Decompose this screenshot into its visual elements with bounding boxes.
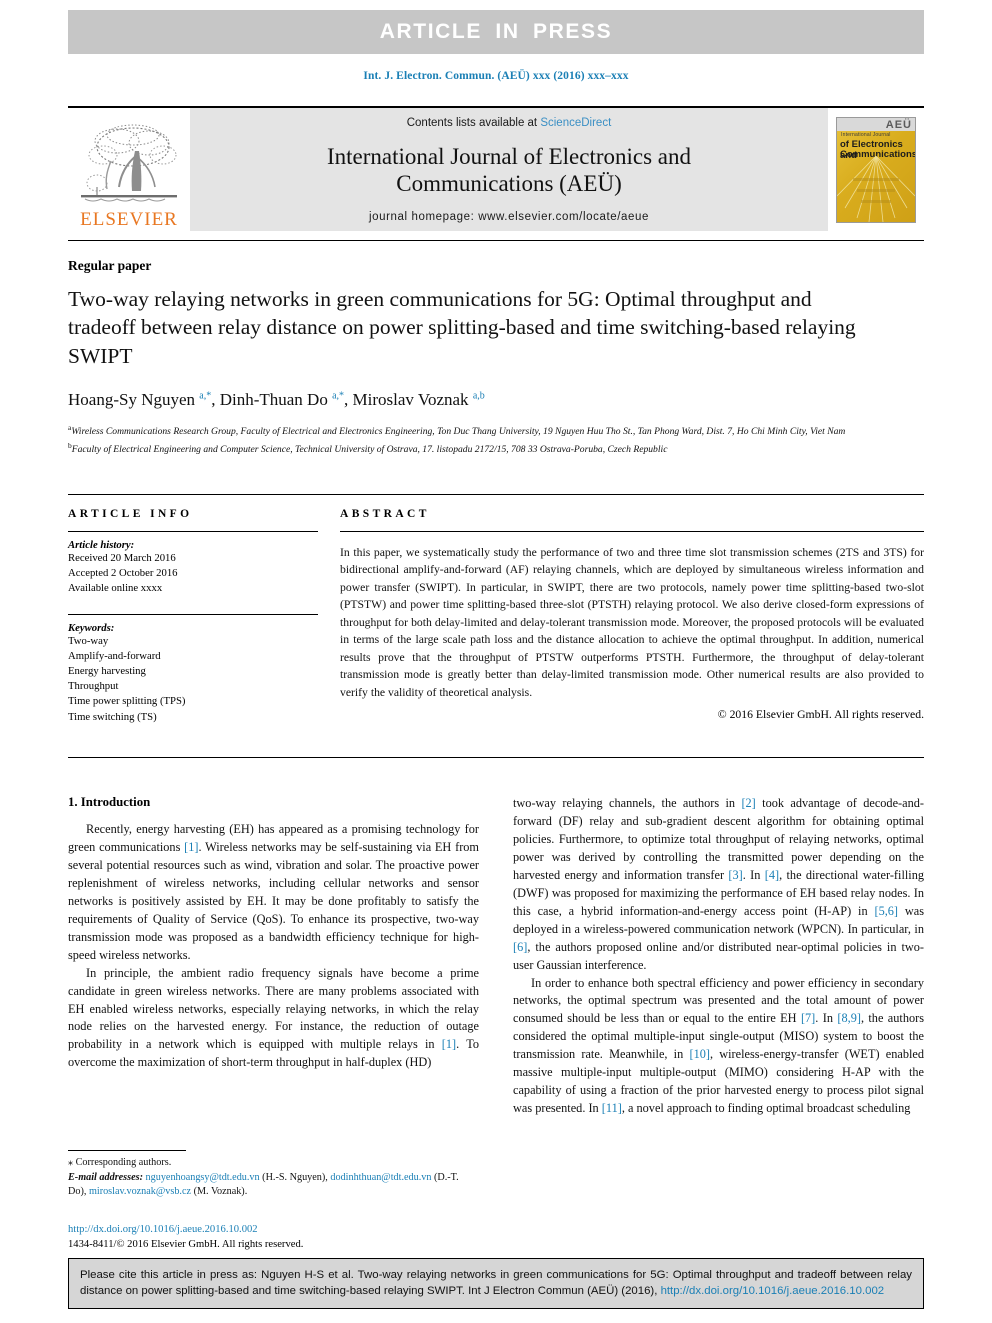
cite-this-article-box: Please cite this article in press as: Ng…	[68, 1258, 924, 1310]
keyword-item: Two-way	[68, 634, 109, 647]
keyword-item: Energy harvesting	[68, 664, 146, 677]
info-block-bottom-rule	[68, 757, 924, 758]
info-block-top-rule	[68, 494, 924, 495]
abstract-rule	[340, 531, 924, 532]
keyword-item: Amplify-and-forward	[68, 649, 161, 662]
corresponding-authors-note: ⁎ Corresponding authors.	[68, 1157, 172, 1168]
journal-title-line-2: Communications (AEÜ)	[396, 171, 622, 196]
running-head: Int. J. Electron. Commun. (AEÜ) xxx (201…	[363, 70, 629, 82]
elsevier-wordmark: ELSEVIER	[80, 209, 178, 230]
journal-homepage-link[interactable]: journal homepage: www.elsevier.com/locat…	[369, 211, 649, 223]
article-history-2: Available online xxxx	[68, 582, 163, 595]
elsevier-logo: ELSEVIER	[68, 108, 190, 231]
cover-aeu-label: AEÜ	[885, 118, 912, 131]
cover-international-journal-label: International Journal	[841, 131, 891, 138]
keywords-label: Keywords:	[68, 621, 115, 634]
section-heading-introduction: 1. Introduction	[68, 795, 151, 809]
affiliations: aWireless Communications Research Group,…	[68, 422, 928, 457]
journal-title: International Journal of Electronics and…	[327, 143, 691, 197]
affiliation-b: bFaculty of Electrical Engineering and C…	[68, 440, 668, 455]
keywords-rule	[68, 613, 318, 615]
affiliation-a-text: Wireless Communications Research Group, …	[71, 426, 846, 438]
cover-rays-graphic	[837, 155, 915, 222]
author-list: Hoang-Sy Nguyen a,*, Dinh-Thuan Do a,*, …	[68, 390, 485, 409]
abstract-text: In this paper, we systematically study t…	[340, 546, 924, 699]
abstract-column: ABSTRACT In this paper, we systematicall…	[340, 508, 924, 721]
doi-block: http://dx.doi.org/10.1016/j.aeue.2016.10…	[68, 1222, 498, 1253]
keyword-item: Time power splitting (TPS)	[68, 695, 186, 708]
email-addresses-note: E-mail addresses: nguyenhoangsy@tdt.edu.…	[68, 1171, 459, 1198]
body-column-left: 1. Introduction Recently, energy harvest…	[68, 795, 479, 1118]
abstract-heading: ABSTRACT	[340, 508, 430, 520]
paragraph: In order to enhance both spectral effici…	[513, 975, 925, 1116]
masthead-bottom-rule	[68, 240, 924, 241]
journal-cover-thumbnail: AEÜ International Journal of Electronics…	[828, 108, 924, 231]
affiliation-b-text: Faculty of Electrical Engineering and Co…	[71, 443, 668, 455]
body-columns: 1. Introduction Recently, energy harvest…	[68, 795, 924, 1118]
footnotes: ⁎ Corresponding authors. E-mail addresse…	[68, 1150, 479, 1200]
article-info-heading: ARTICLE INFO	[68, 508, 193, 520]
sciencedirect-link[interactable]: ScienceDirect	[540, 117, 611, 129]
keyword-item: Time switching (TS)	[68, 710, 157, 723]
paper-page: ARTICLE IN PRESS Int. J. Electron. Commu…	[0, 0, 992, 1323]
paragraph: In principle, the ambient radio frequenc…	[68, 965, 479, 1070]
footnote-rule	[68, 1150, 186, 1151]
article-in-press-banner: ARTICLE IN PRESS	[68, 10, 924, 54]
journal-band: Contents lists available at ScienceDirec…	[190, 108, 828, 231]
article-history-1: Accepted 2 October 2016	[68, 567, 178, 580]
journal-title-line-1: International Journal of Electronics and	[326, 143, 692, 169]
elsevier-tree-icon	[77, 121, 181, 209]
abstract-copyright: © 2016 Elsevier GmbH. All rights reserve…	[717, 707, 924, 721]
paragraph: two-way relaying channels, the authors i…	[513, 796, 924, 972]
paragraph: Recently, energy harvesting (EH) has app…	[68, 822, 479, 962]
contents-prefix: Contents lists available at	[406, 117, 541, 129]
article-history-0: Received 20 March 2016	[68, 552, 176, 564]
article-type-label: Regular paper	[68, 258, 152, 273]
article-info-rule	[68, 531, 318, 532]
article-in-press-label: ARTICLE IN PRESS	[379, 20, 613, 43]
journal-masthead: ELSEVIER Contents lists available at Sci…	[68, 106, 924, 232]
journal-cover-image: AEÜ International Journal of Electronics…	[836, 116, 916, 223]
doi-link[interactable]: http://dx.doi.org/10.1016/j.aeue.2016.10…	[68, 1222, 498, 1237]
article-history-label: Article history:	[68, 539, 135, 551]
body-column-right: two-way relaying channels, the authors i…	[513, 795, 924, 1118]
page-title: Two-way relaying networks in green commu…	[68, 287, 856, 368]
affiliation-a: aWireless Communications Research Group,…	[68, 423, 846, 438]
keyword-item: Throughput	[68, 680, 119, 693]
article-info-column: ARTICLE INFO Article history: Received 2…	[68, 508, 318, 725]
issn-copyright-line: 1434-8411/© 2016 Elsevier GmbH. All righ…	[68, 1239, 304, 1251]
contents-lists-line: Contents lists available at ScienceDirec…	[407, 117, 612, 129]
